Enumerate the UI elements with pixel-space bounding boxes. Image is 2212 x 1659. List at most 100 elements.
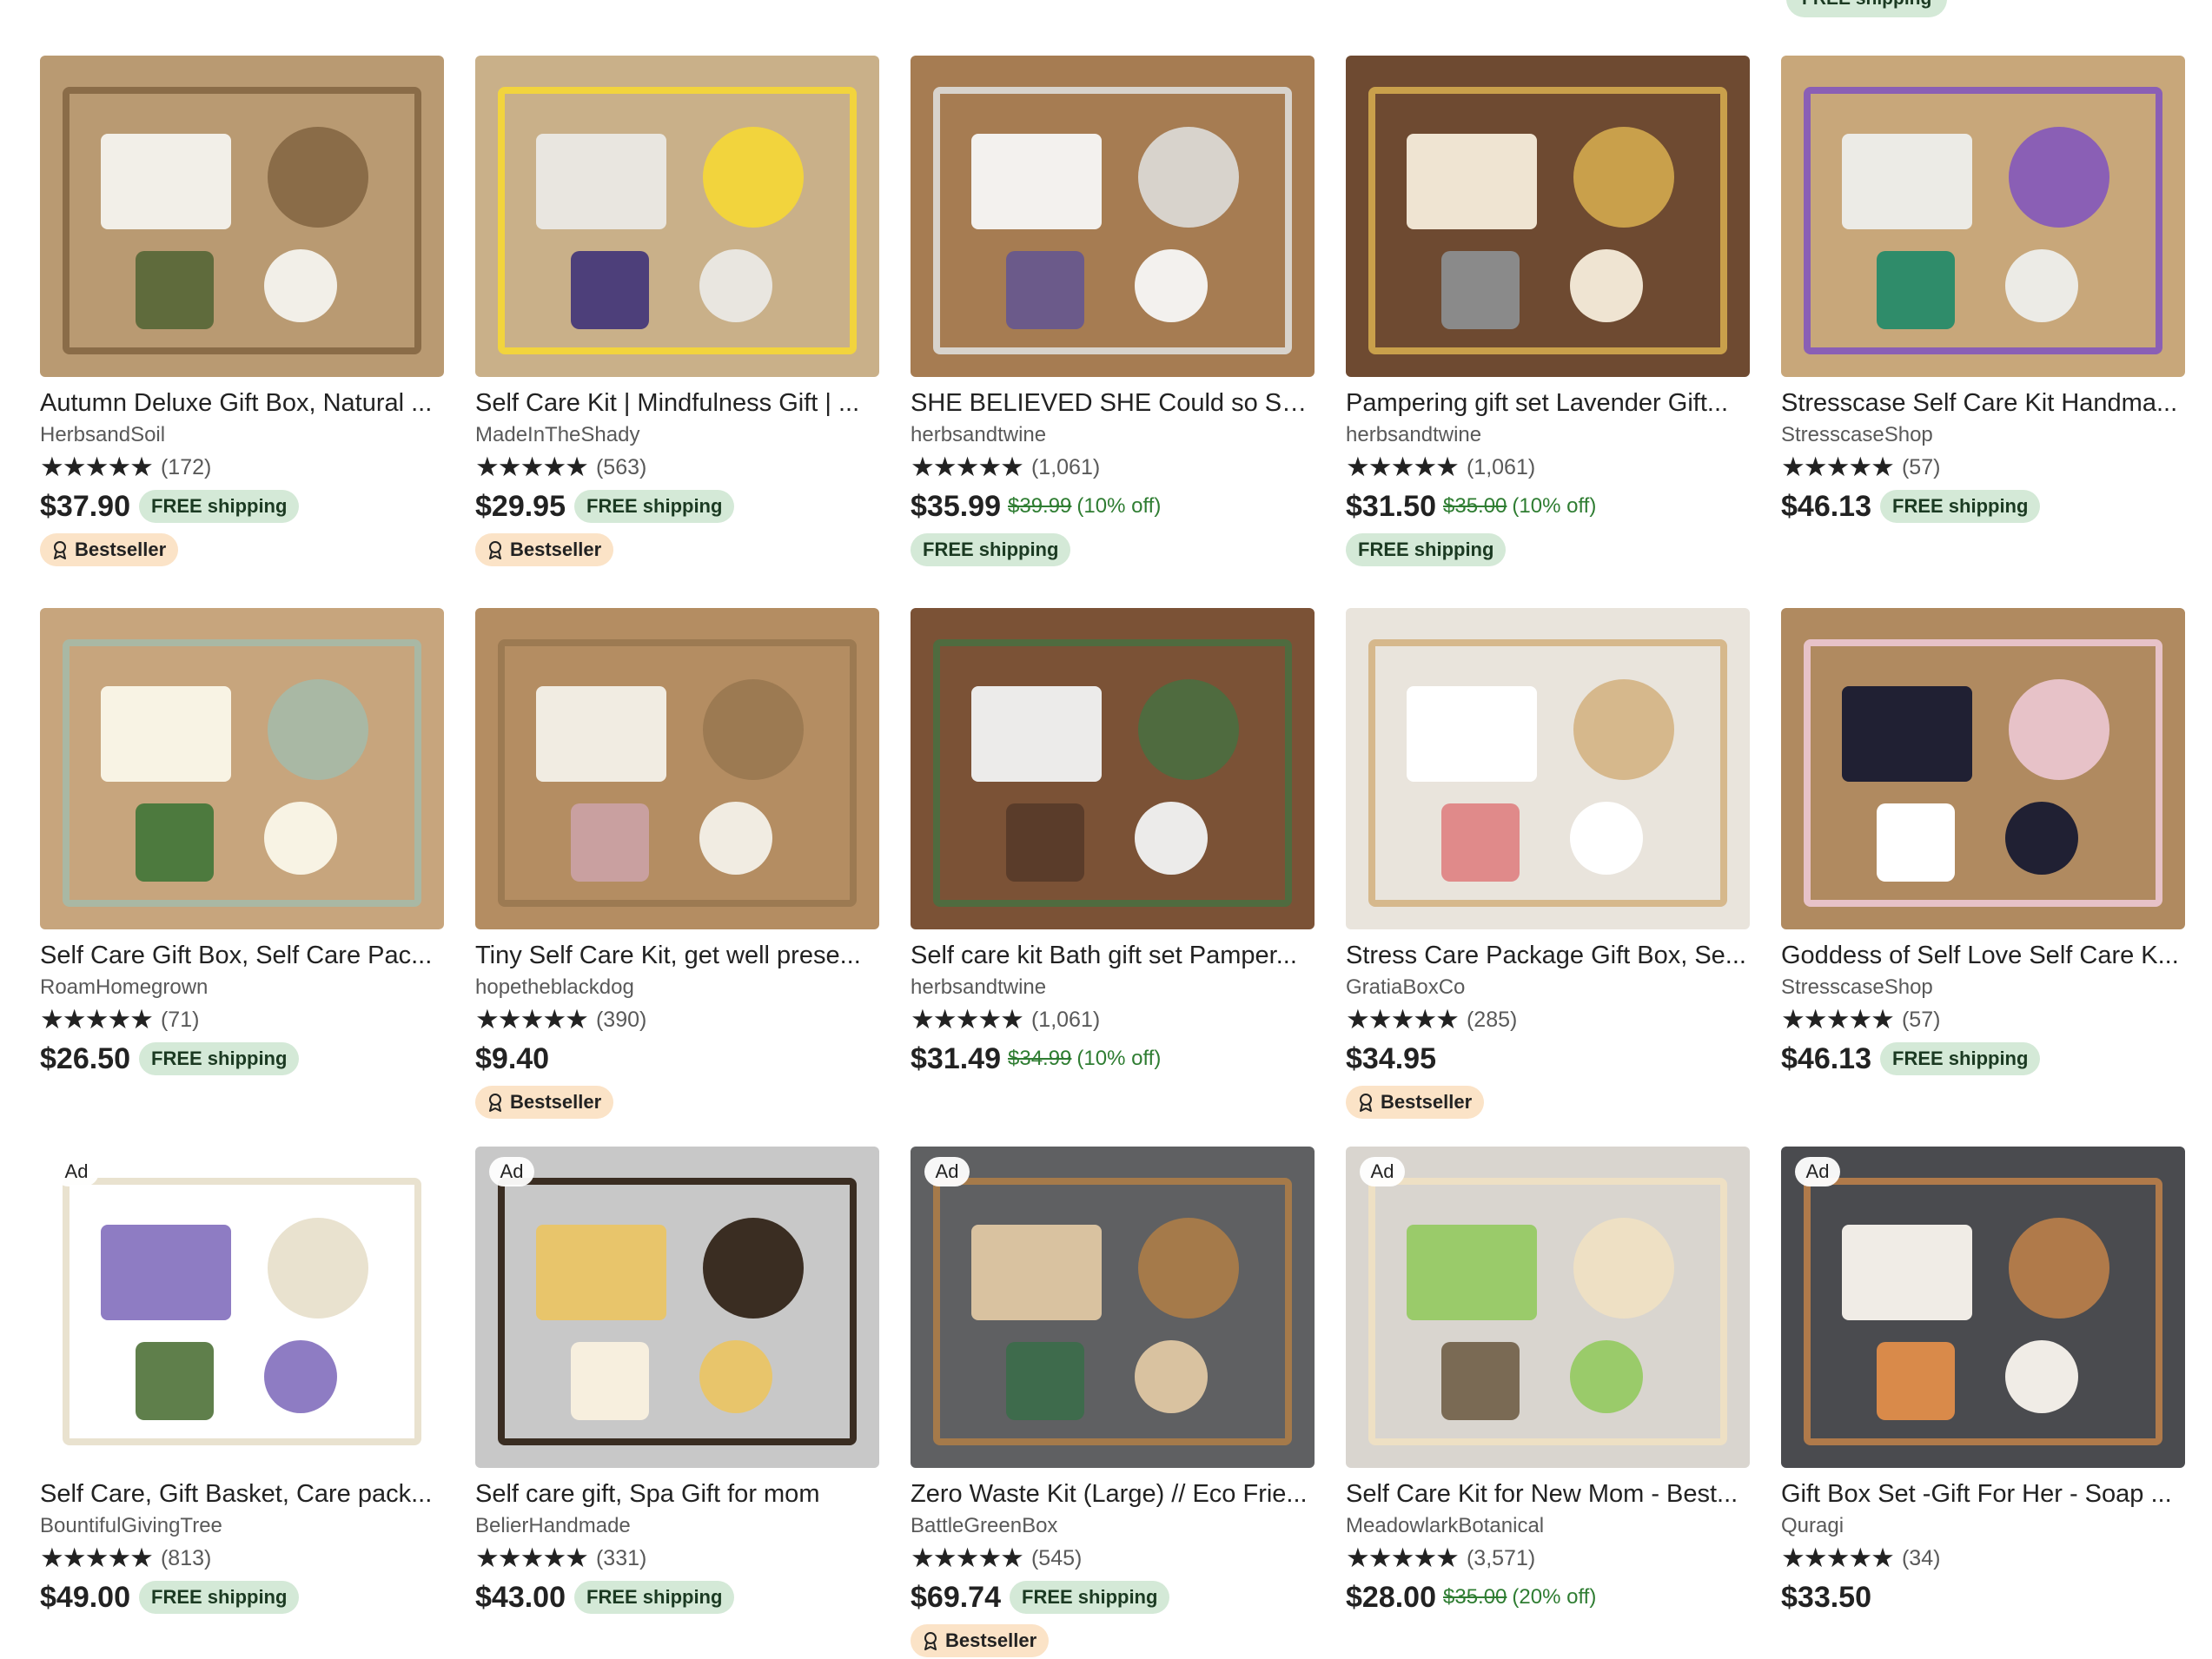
listing-card[interactable]: Self care kit Bath gift set Pamper... he…: [911, 608, 1315, 1147]
listing-image[interactable]: [40, 608, 444, 929]
listing-card[interactable]: Autumn Deluxe Gift Box, Natural ... Herb…: [40, 56, 444, 608]
listing-image[interactable]: [475, 56, 879, 377]
shop-name[interactable]: BelierHandmade: [475, 1511, 879, 1541]
listing-image[interactable]: [911, 56, 1315, 377]
product-photo: [1346, 608, 1750, 929]
listing-card[interactable]: Stresscase Self Care Kit Handma... Stres…: [1781, 56, 2185, 608]
listing-card[interactable]: Ad Self Care Kit for New Mom - Best... M…: [1346, 1147, 1750, 1659]
listing-title[interactable]: Goddess of Self Love Self Care K...: [1781, 938, 2185, 973]
listing-card[interactable]: Ad Self Care, Gift Basket, Care pack... …: [40, 1147, 444, 1659]
rating: ★★★★★ (71): [40, 1002, 444, 1037]
listing-title[interactable]: Gift Box Set -Gift For Her - Soap ...: [1781, 1477, 2185, 1511]
price-row: $37.90 FREE shipping: [40, 485, 444, 528]
listing-card[interactable]: Self Care Gift Box, Self Care Pac... Roa…: [40, 608, 444, 1147]
listing-card[interactable]: Ad Gift Box Set -Gift For Her - Soap ...…: [1781, 1147, 2185, 1659]
shop-name[interactable]: HerbsandSoil: [40, 420, 444, 450]
price-row: $28.00 $35.00 (20% off): [1346, 1576, 1750, 1619]
shop-name[interactable]: herbsandtwine: [1346, 420, 1750, 450]
price-row: $26.50 FREE shipping: [40, 1037, 444, 1081]
listing-title[interactable]: Tiny Self Care Kit, get well prese...: [475, 938, 879, 973]
listing-card[interactable]: Tiny Self Care Kit, get well prese... ho…: [475, 608, 879, 1147]
ad-badge: Ad: [489, 1157, 534, 1186]
listing-title[interactable]: Self Care Kit | Mindfulness Gift | ...: [475, 386, 879, 420]
review-count: (563): [595, 454, 647, 479]
listing-card[interactable]: SHE BELIEVED SHE Could so She... herbsan…: [911, 56, 1315, 608]
listing-title[interactable]: Stress Care Package Gift Box, Se...: [1346, 938, 1750, 973]
listing-title[interactable]: Stresscase Self Care Kit Handma...: [1781, 386, 2185, 420]
shop-name[interactable]: RoamHomegrown: [40, 973, 444, 1002]
bestseller-badge: Bestseller: [475, 1086, 614, 1119]
shop-name[interactable]: GratiaBoxCo: [1346, 973, 1750, 1002]
listing-card[interactable]: Ad Self care gift, Spa Gift for mom Beli…: [475, 1147, 879, 1659]
listing-title[interactable]: Self care gift, Spa Gift for mom: [475, 1477, 879, 1511]
product-photo: [40, 56, 444, 377]
listing-title[interactable]: SHE BELIEVED SHE Could so She...: [911, 386, 1315, 420]
product-photo: [1346, 56, 1750, 377]
star-rating-icon: ★★★★★: [475, 1004, 589, 1034]
shop-name[interactable]: BattleGreenBox: [911, 1511, 1315, 1541]
product-photo: [475, 608, 879, 929]
listing-image[interactable]: Ad: [475, 1147, 879, 1468]
free-shipping-badge: FREE shipping: [139, 490, 300, 523]
listing-card[interactable]: Goddess of Self Love Self Care K... Stre…: [1781, 608, 2185, 1147]
bestseller-badge: Bestseller: [475, 533, 614, 566]
shop-name[interactable]: StresscaseShop: [1781, 973, 2185, 1002]
listing-image[interactable]: [1346, 608, 1750, 929]
listing-title[interactable]: Autumn Deluxe Gift Box, Natural ...: [40, 386, 444, 420]
shop-name[interactable]: hopetheblackdog: [475, 973, 879, 1002]
price-row: $43.00 FREE shipping: [475, 1576, 879, 1619]
star-rating-icon: ★★★★★: [911, 1004, 1024, 1034]
star-rating-icon: ★★★★★: [911, 1543, 1024, 1573]
rating: ★★★★★ (285): [1346, 1002, 1750, 1037]
price: $69.74: [911, 1580, 1001, 1614]
listing-title[interactable]: Self Care Kit for New Mom - Best...: [1346, 1477, 1750, 1511]
price: $46.13: [1781, 1041, 1871, 1075]
listing-image[interactable]: Ad: [1346, 1147, 1750, 1468]
listing-image[interactable]: [1781, 56, 2185, 377]
listing-image[interactable]: [911, 608, 1315, 929]
listing-image[interactable]: [1781, 608, 2185, 929]
shop-name[interactable]: BountifulGivingTree: [40, 1511, 444, 1541]
rating: ★★★★★ (57): [1781, 1002, 2185, 1037]
original-price: $35.00: [1443, 1585, 1507, 1609]
rating: ★★★★★ (57): [1781, 450, 2185, 485]
listing-card[interactable]: Pampering gift set Lavender Gift... herb…: [1346, 56, 1750, 608]
listing-image[interactable]: [40, 56, 444, 377]
shop-name[interactable]: MeadowlarkBotanical: [1346, 1511, 1750, 1541]
price: $46.13: [1781, 489, 1871, 523]
ad-badge: Ad: [54, 1157, 99, 1186]
review-count: (331): [595, 1545, 647, 1570]
listing-title[interactable]: Self care kit Bath gift set Pamper...: [911, 938, 1315, 973]
listing-title[interactable]: Pampering gift set Lavender Gift...: [1346, 386, 1750, 420]
listing-image[interactable]: [475, 608, 879, 929]
listing-card[interactable]: Self Care Kit | Mindfulness Gift | ... M…: [475, 56, 879, 608]
listing-grid: Autumn Deluxe Gift Box, Natural ... Herb…: [40, 56, 2185, 1659]
shop-name[interactable]: Quragi: [1781, 1511, 2185, 1541]
listing-image[interactable]: Ad: [40, 1147, 444, 1468]
discount: (20% off): [1512, 1585, 1597, 1609]
search-results-page: FREE shipping Autumn Deluxe Gift Box, Na…: [0, 0, 2212, 1659]
listing-image[interactable]: Ad: [911, 1147, 1315, 1468]
listing-title[interactable]: Zero Waste Kit (Large) // Eco Frie...: [911, 1477, 1315, 1511]
listing-title[interactable]: Self Care Gift Box, Self Care Pac...: [40, 938, 444, 973]
price-row: $46.13 FREE shipping: [1781, 1037, 2185, 1081]
shop-name[interactable]: MadeInTheShady: [475, 420, 879, 450]
listing-card[interactable]: Ad Zero Waste Kit (Large) // Eco Frie...…: [911, 1147, 1315, 1659]
free-shipping-badge: FREE shipping: [1346, 533, 1507, 566]
rating: ★★★★★ (1,061): [911, 1002, 1315, 1037]
listing-image[interactable]: [1346, 56, 1750, 377]
review-count: (57): [1901, 1007, 1941, 1032]
listing-card[interactable]: Stress Care Package Gift Box, Se... Grat…: [1346, 608, 1750, 1147]
listing-image[interactable]: Ad: [1781, 1147, 2185, 1468]
shop-name[interactable]: herbsandtwine: [911, 973, 1315, 1002]
shop-name[interactable]: herbsandtwine: [911, 420, 1315, 450]
rating: ★★★★★ (3,571): [1346, 1541, 1750, 1576]
shop-name[interactable]: StresscaseShop: [1781, 420, 2185, 450]
listing-title[interactable]: Self Care, Gift Basket, Care pack...: [40, 1477, 444, 1511]
price: $9.40: [475, 1041, 550, 1075]
bestseller-badge: Bestseller: [911, 1624, 1050, 1657]
price: $33.50: [1781, 1580, 1871, 1614]
star-rating-icon: ★★★★★: [475, 452, 589, 482]
award-icon: [54, 541, 66, 559]
price: $35.99: [911, 489, 1001, 523]
